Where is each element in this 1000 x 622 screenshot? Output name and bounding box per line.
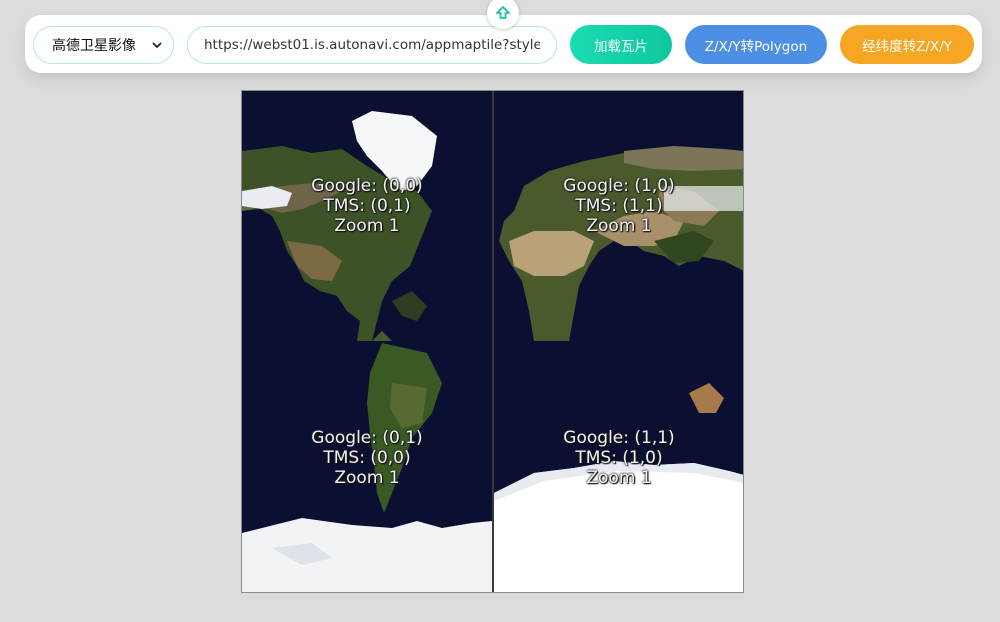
map-view[interactable]: Google: (0,0) TMS: (0,1) Zoom 1 Google: … [241, 90, 744, 593]
tile-tms-coords: TMS: (1,0) [575, 448, 663, 468]
tile-tms-coords: TMS: (0,0) [323, 448, 411, 468]
tile-tms-coords: TMS: (1,1) [575, 196, 663, 216]
tile-google-coords: Google: (0,0) [311, 176, 423, 196]
tile-google-coords: Google: (0,1) [311, 428, 423, 448]
arrow-up-icon [496, 6, 510, 19]
tile-grid-line [492, 91, 494, 592]
tile-source-selected: 高德卫星影像 [52, 38, 136, 54]
tile-info-label: Google: (1,0) TMS: (1,1) Zoom 1 [494, 176, 743, 236]
tile-info-label: Google: (0,1) TMS: (0,0) Zoom 1 [242, 428, 492, 488]
tile-source-select[interactable]: 高德卫星影像 [33, 26, 174, 64]
load-tiles-button[interactable]: 加载瓦片 [570, 25, 672, 64]
tile-zoom-level: Zoom 1 [586, 216, 652, 236]
lnglat-to-zxy-button[interactable]: 经纬度转Z/X/Y [840, 25, 974, 64]
tile-zoom-level: Zoom 1 [586, 468, 652, 488]
tile-info-label: Google: (1,1) TMS: (1,0) Zoom 1 [494, 428, 743, 488]
tile-google-coords: Google: (1,0) [563, 176, 675, 196]
tile-google-coords: Google: (1,1) [563, 428, 675, 448]
chevron-down-icon [152, 42, 162, 48]
tile-tms-coords: TMS: (0,1) [323, 196, 411, 216]
tile-zoom-level: Zoom 1 [334, 468, 400, 488]
tile-url-input[interactable] [187, 26, 557, 64]
tile-info-label: Google: (0,0) TMS: (0,1) Zoom 1 [242, 176, 492, 236]
tile-zoom-level: Zoom 1 [334, 216, 400, 236]
zxy-to-polygon-button[interactable]: Z/X/Y转Polygon [685, 25, 827, 64]
